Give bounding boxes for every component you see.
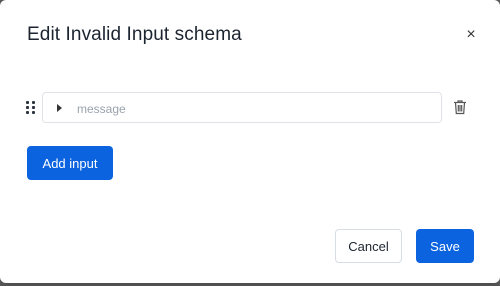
delete-input-button[interactable]: [453, 99, 467, 115]
cancel-button[interactable]: Cancel: [335, 229, 402, 263]
schema-input-row: [42, 92, 442, 123]
add-input-button[interactable]: Add input: [27, 146, 113, 180]
trash-icon: [454, 100, 466, 115]
input-name-field[interactable]: [75, 98, 429, 120]
edit-schema-dialog: Edit Invalid Input schema × Add input Ca…: [0, 0, 500, 283]
dialog-title: Edit Invalid Input schema: [27, 24, 242, 45]
close-icon: ×: [466, 26, 476, 43]
caret-right-icon[interactable]: [57, 104, 62, 112]
close-button[interactable]: ×: [462, 26, 480, 44]
save-button[interactable]: Save: [416, 229, 474, 263]
drag-handle-icon[interactable]: [26, 101, 36, 115]
